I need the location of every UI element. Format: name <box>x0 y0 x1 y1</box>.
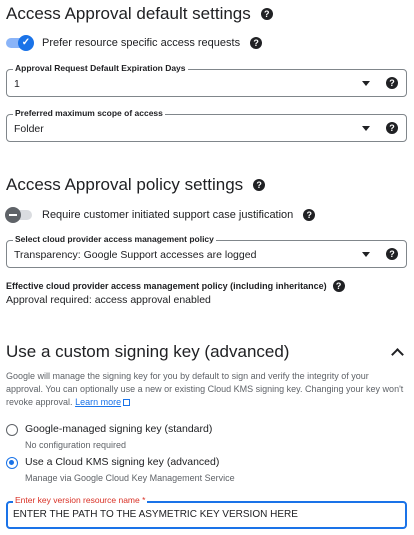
support-case-toggle-label: Require customer initiated support case … <box>42 209 294 221</box>
cloud-provider-policy-value: Transparency: Google Support accesses ar… <box>14 249 257 261</box>
default-settings-title-text: Access Approval default settings <box>6 4 251 23</box>
policy-settings-title: Access Approval policy settings ? <box>6 175 266 195</box>
scope-select[interactable]: Preferred maximum scope of access Folder… <box>6 108 407 142</box>
dropdown-arrow-icon <box>362 81 370 86</box>
default-settings-title: Access Approval default settings ? <box>6 4 273 24</box>
help-icon[interactable]: ? <box>386 248 398 260</box>
cloud-kms-key-option[interactable]: Use a Cloud KMS signing key (advanced) M… <box>6 456 235 483</box>
cloud-kms-key-sub: Manage via Google Cloud Key Management S… <box>25 473 235 483</box>
help-icon[interactable]: ? <box>303 209 316 221</box>
signing-key-description: Google will manage the signing key for y… <box>6 370 406 409</box>
support-case-toggle[interactable] <box>5 207 34 223</box>
learn-more-link[interactable]: Learn more <box>75 397 121 407</box>
prefer-resource-toggle-label: Prefer resource specific access requests <box>42 37 241 49</box>
cloud-provider-policy-select[interactable]: Select cloud provider access management … <box>6 234 407 268</box>
prefer-resource-toggle[interactable]: ✓ <box>6 35 34 51</box>
google-managed-key-radio[interactable] <box>6 424 18 436</box>
key-version-input[interactable] <box>13 509 393 520</box>
scope-value: Folder <box>14 123 44 135</box>
dash-icon <box>9 214 17 216</box>
key-version-label: Enter key version resource name * <box>13 495 148 505</box>
policy-settings-title-text: Access Approval policy settings <box>6 175 244 194</box>
dropdown-arrow-icon <box>362 126 370 131</box>
help-icon[interactable]: ? <box>253 179 266 191</box>
effective-policy-label-text: Effective cloud provider access manageme… <box>6 281 327 291</box>
external-link-icon <box>123 399 131 406</box>
chevron-up-icon[interactable] <box>391 348 404 361</box>
cloud-kms-key-radio[interactable] <box>6 457 18 469</box>
signing-key-title: Use a custom signing key (advanced) <box>6 342 289 362</box>
check-icon: ✓ <box>21 37 31 48</box>
signing-key-description-text: Google will manage the signing key for y… <box>6 371 404 407</box>
support-case-toggle-row: Require customer initiated support case … <box>5 207 316 223</box>
help-icon[interactable]: ? <box>260 8 273 20</box>
prefer-resource-toggle-row: ✓ Prefer resource specific access reques… <box>6 35 263 51</box>
key-version-input-box[interactable]: Enter key version resource name * <box>6 495 407 529</box>
effective-policy-value: Approval required: access approval enabl… <box>6 294 211 306</box>
help-icon[interactable]: ? <box>250 37 263 49</box>
help-icon[interactable]: ? <box>386 77 398 89</box>
cloud-provider-policy-label: Select cloud provider access management … <box>13 234 216 244</box>
help-icon[interactable]: ? <box>332 280 345 292</box>
expiration-days-label: Approval Request Default Expiration Days <box>13 63 188 73</box>
expiration-days-value: 1 <box>14 78 20 90</box>
expiration-days-select[interactable]: Approval Request Default Expiration Days… <box>6 63 407 97</box>
help-icon[interactable]: ? <box>386 122 398 134</box>
google-managed-key-option[interactable]: Google-managed signing key (standard) No… <box>6 423 212 450</box>
signing-key-title-text: Use a custom signing key (advanced) <box>6 342 290 361</box>
cloud-kms-key-label: Use a Cloud KMS signing key (advanced) <box>25 456 220 468</box>
google-managed-key-label: Google-managed signing key (standard) <box>25 423 213 435</box>
effective-policy-label: Effective cloud provider access manageme… <box>6 280 345 292</box>
google-managed-key-sub: No configuration required <box>25 440 127 450</box>
scope-label: Preferred maximum scope of access <box>13 108 165 118</box>
dropdown-arrow-icon <box>362 252 370 257</box>
